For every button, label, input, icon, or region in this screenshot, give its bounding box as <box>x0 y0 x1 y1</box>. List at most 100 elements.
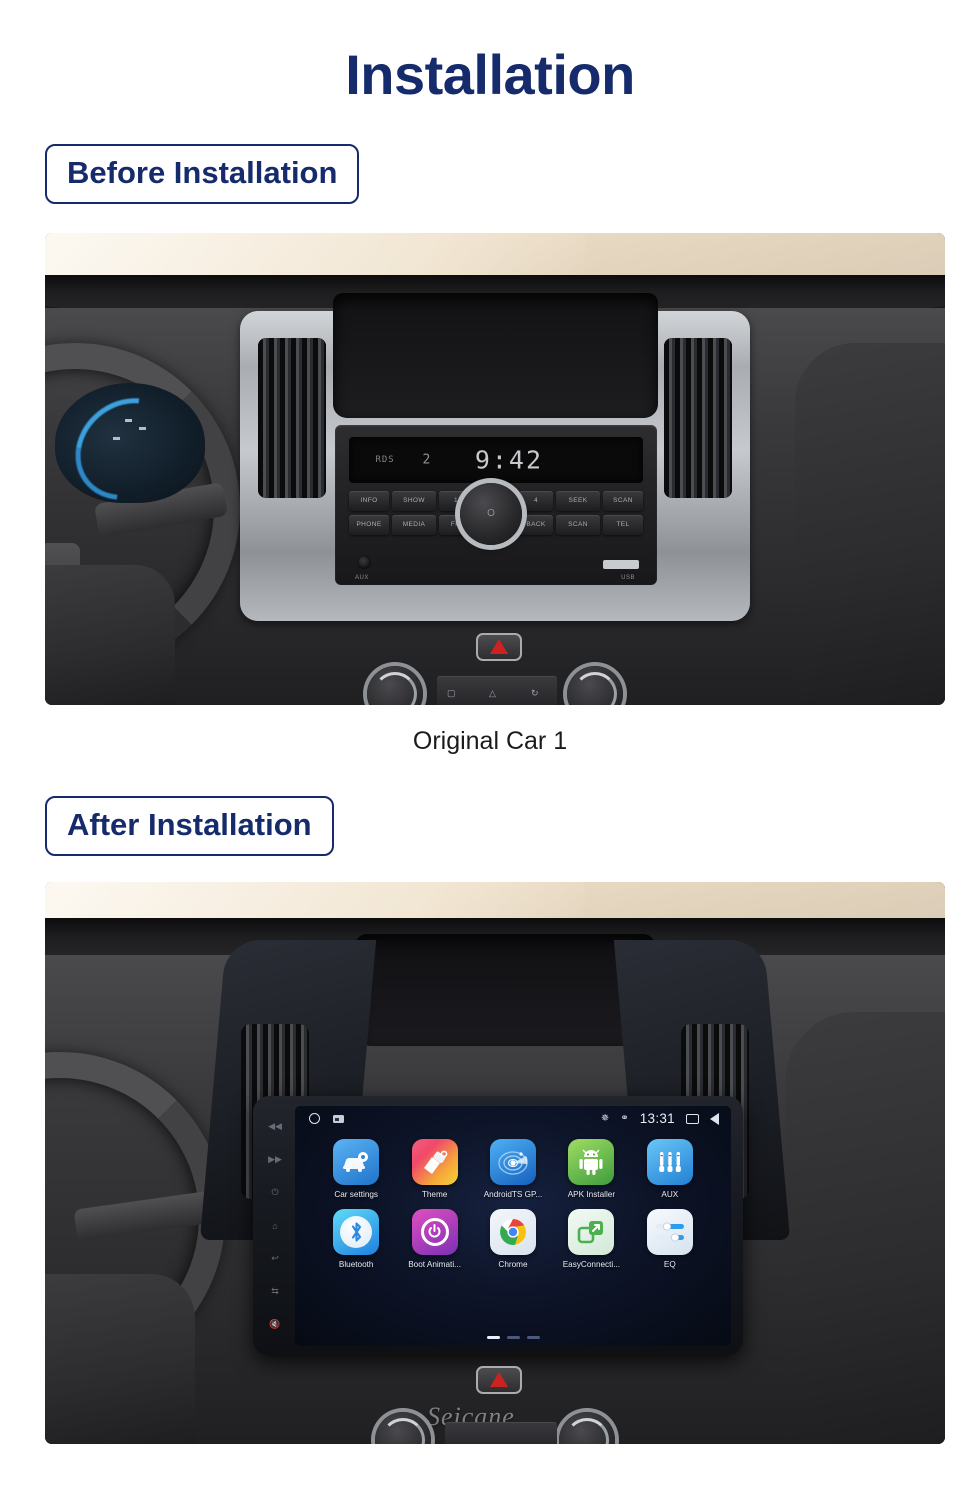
climate-knob-left-ring <box>373 671 417 705</box>
climate-knob-right-ring <box>573 671 617 705</box>
recents-icon[interactable] <box>686 1113 699 1124</box>
radio-button-tel[interactable]: TEL <box>603 514 643 535</box>
radio-button-preset-4[interactable]: 4 <box>519 490 553 511</box>
app-easyconnection[interactable]: EasyConnecti... <box>552 1208 630 1269</box>
radio-button-scan[interactable]: SCAN <box>556 514 600 535</box>
left-door-panel <box>45 1273 195 1444</box>
app-androidts-gps[interactable]: AndroidTS GP... <box>474 1138 552 1199</box>
original-car-dashboard-photo: RDS 2 9:42 INFO SHOW 1 4 SEEK SCAN PHONE… <box>45 232 945 705</box>
cluster-tick <box>139 426 146 430</box>
aux-plugs-icon[interactable] <box>646 1138 693 1185</box>
before-installation-label: Before Installation <box>45 143 360 204</box>
climate-button-strip[interactable] <box>445 1421 557 1444</box>
app-label: Chrome <box>498 1259 528 1269</box>
bluetooth-icon: ✵ <box>600 1113 610 1125</box>
status-bar-clock: 13:31 <box>639 1111 675 1127</box>
hazard-triangle-icon <box>490 1372 508 1388</box>
dash-storage-recess <box>333 292 658 418</box>
hazard-light-button[interactable] <box>476 632 522 661</box>
android-glyph <box>579 1149 603 1175</box>
head-unit-side-buttons: ◀◀ ▶▶ ⏻ ⌂ ↩ ⇆ 🔇 <box>263 1110 287 1342</box>
cluster-gauge-arc <box>55 382 201 503</box>
app-label: EasyConnecti... <box>562 1259 621 1269</box>
back-icon[interactable]: ↩ <box>271 1253 279 1264</box>
app-boot-animation[interactable]: Boot Animati... <box>395 1208 473 1269</box>
power-ring-icon[interactable] <box>411 1208 458 1255</box>
cluster-tick <box>125 418 132 422</box>
radio-button-show[interactable]: SHOW <box>392 490 436 511</box>
android-robot-icon[interactable] <box>568 1138 615 1185</box>
app-bluetooth[interactable]: Bluetooth <box>317 1208 395 1269</box>
radio-button-row-top-right: 4 SEEK SCAN <box>519 490 643 511</box>
app-grid: Car settings Theme AndroidTS GP... APK I… <box>295 1138 731 1269</box>
before-installation-label-row: Before Installation <box>0 143 980 204</box>
page-dot-active[interactable] <box>486 1335 500 1339</box>
app-aux[interactable]: AUX <box>631 1138 709 1199</box>
hazard-triangle-icon <box>490 639 508 655</box>
equalizer-icon[interactable] <box>646 1208 693 1255</box>
page-dot[interactable] <box>506 1335 520 1339</box>
car-settings-glyph <box>343 1151 369 1172</box>
hazard-light-button[interactable] <box>476 1365 522 1394</box>
app-apk-installer[interactable]: APK Installer <box>552 1138 630 1199</box>
app-eq[interactable]: EQ <box>631 1208 709 1269</box>
mute-icon[interactable]: 🔇 <box>269 1319 280 1330</box>
radio-button-info[interactable]: INFO <box>349 490 389 511</box>
power-icon[interactable]: ⏻ <box>271 1187 278 1198</box>
radio-time-display: 9:42 <box>474 445 544 475</box>
climate-knob-left-ring <box>381 1417 425 1444</box>
back-icon[interactable] <box>710 1112 719 1125</box>
bluetooth-glyph <box>351 1222 361 1242</box>
gps-radar-icon[interactable] <box>489 1138 536 1185</box>
app-theme[interactable]: Theme <box>395 1138 473 1199</box>
radio-volume-knob[interactable]: O <box>460 482 522 545</box>
air-vent-right <box>664 337 732 498</box>
easyconnect-icon[interactable] <box>568 1208 615 1255</box>
page-indicator <box>295 1335 731 1339</box>
radio-button-back[interactable]: BACK <box>519 514 553 535</box>
app-label: Bluetooth <box>338 1259 374 1269</box>
radar-glyph <box>498 1150 528 1175</box>
aux-plugs-glyph <box>658 1151 681 1172</box>
radio-button-media[interactable]: MEDIA <box>392 514 436 535</box>
car-settings-icon[interactable] <box>333 1138 380 1185</box>
swap-icon[interactable]: ⇆ <box>271 1286 279 1297</box>
app-car-settings[interactable]: Car settings <box>317 1138 395 1199</box>
radio-button-row-bottom: PHONE MEDIA FM <box>349 514 473 535</box>
vent-slats-left <box>258 337 326 498</box>
app-label: AUX <box>661 1189 679 1199</box>
left-door-panel <box>45 564 175 705</box>
screenshot-icon[interactable] <box>333 1114 344 1123</box>
chrome-icon[interactable] <box>489 1208 536 1255</box>
easyconnect-glyph <box>578 1220 604 1243</box>
usb-slot[interactable] <box>603 559 639 569</box>
vent-slats-right <box>664 337 732 498</box>
volume-down-icon[interactable]: ◀◀ <box>268 1121 282 1132</box>
head-unit-screen[interactable]: ✵ ⚭ 13:31 Car settings Theme AndroidTS G… <box>295 1105 731 1346</box>
app-label: AndroidTS GP... <box>483 1189 543 1199</box>
home-icon[interactable]: ⌂ <box>272 1221 277 1231</box>
theme-brush-icon[interactable] <box>411 1138 458 1185</box>
radio-lcd-display: RDS 2 9:42 <box>349 436 643 483</box>
status-bar-right-group: ✵ ⚭ 13:31 <box>601 1111 731 1126</box>
air-vent-left <box>258 337 326 498</box>
installed-android-unit-photo: ◀◀ ▶▶ ⏻ ⌂ ↩ ⇆ 🔇 ✵ ⚭ 13:31 Car settings T… <box>45 881 945 1444</box>
right-side-panel <box>795 342 945 705</box>
gps-icon: ⚭ <box>620 1113 629 1125</box>
radio-button-phone[interactable]: PHONE <box>349 514 389 535</box>
bluetooth-app-icon[interactable] <box>333 1208 380 1255</box>
volume-up-icon[interactable]: ▶▶ <box>268 1154 282 1165</box>
original-car-caption: Original Car 1 <box>412 726 568 755</box>
chrome-glyph <box>499 1218 526 1245</box>
page-dot[interactable] <box>526 1335 540 1339</box>
dash-storage-recess <box>355 933 655 1046</box>
app-chrome[interactable]: Chrome <box>474 1208 552 1269</box>
aux-port[interactable] <box>357 554 371 569</box>
home-circle-icon[interactable] <box>309 1113 320 1125</box>
android-status-bar: ✵ ⚭ 13:31 <box>295 1106 731 1132</box>
app-label: APK Installer <box>567 1189 616 1199</box>
radio-button-scan-top[interactable]: SCAN <box>603 490 643 511</box>
instrument-cluster <box>55 382 205 503</box>
cluster-tick <box>113 436 120 440</box>
radio-button-seek[interactable]: SEEK <box>556 490 600 511</box>
